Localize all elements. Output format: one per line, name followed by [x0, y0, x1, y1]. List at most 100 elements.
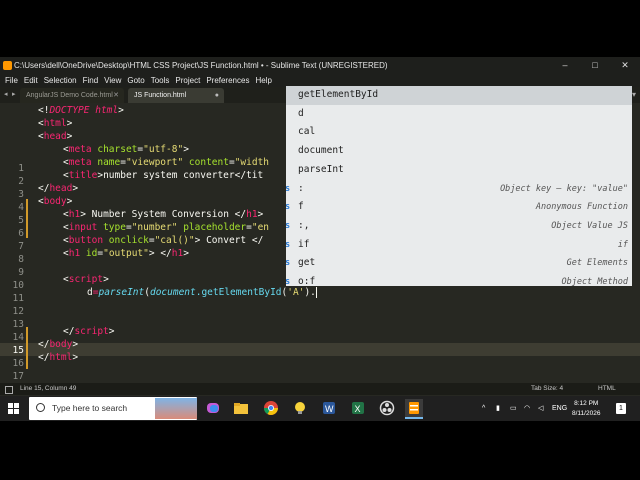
punct: <!	[38, 105, 50, 116]
tag-name: body	[49, 339, 73, 350]
string-literal: 'A'	[287, 287, 305, 298]
tag-name: body	[43, 196, 67, 207]
line-number: 4	[18, 202, 24, 213]
line-number: 14	[12, 332, 24, 343]
taskbar-search-box[interactable]: Type here to search	[29, 397, 197, 420]
menu-view[interactable]: View	[101, 74, 124, 87]
network-icon[interactable]: ▮	[496, 396, 500, 421]
menu-selection[interactable]: Selection	[41, 74, 80, 87]
doctype-value: html	[89, 105, 119, 116]
autocomplete-popup: getElementById d cal document parseInt s…	[286, 86, 632, 286]
completion-label: document	[298, 145, 344, 157]
completion-hint: Anonymous Function	[535, 202, 628, 213]
tab-js-function[interactable]: JS Function.html ●	[128, 88, 224, 103]
volume-icon[interactable]: ◁	[538, 396, 543, 421]
panel-toggle-icon[interactable]	[5, 386, 13, 394]
close-window-button[interactable]: ✕	[610, 57, 640, 74]
maximize-button[interactable]: □	[580, 57, 610, 74]
line-number: 11	[12, 293, 24, 304]
tag-name: title	[68, 170, 98, 181]
windows-taskbar: Type here to search W X ^ ▮ ▭ ◠ ◁ ENG 8:…	[0, 396, 640, 421]
autocomplete-item[interactable]: getElementById	[286, 86, 632, 105]
attr-value: "en	[251, 222, 270, 233]
sublime-text-taskbar-icon[interactable]	[405, 399, 423, 419]
line-number: 1	[18, 163, 24, 174]
autocomplete-item[interactable]: s get Get Elements	[286, 254, 632, 273]
tab-scroll-left-icon[interactable]: ◂	[4, 87, 8, 103]
minimize-button[interactable]: –	[550, 57, 580, 74]
language-indicator[interactable]: ENG	[552, 396, 567, 421]
menu-help[interactable]: Help	[252, 74, 274, 87]
syntax-setting[interactable]: HTML	[598, 383, 616, 395]
clock-date: 8/11/2026	[572, 410, 601, 417]
line-number: 12	[12, 306, 24, 317]
function-name: parseInt	[98, 287, 145, 298]
modified-lines-marker	[26, 327, 28, 369]
code-line-19: </body>	[38, 339, 79, 350]
tab-close-icon[interactable]: ✕	[113, 88, 119, 103]
tab-size-setting[interactable]: Tab Size: 4	[531, 383, 563, 395]
tag-name: html	[43, 118, 67, 129]
completion-label: :	[298, 182, 304, 194]
menu-project[interactable]: Project	[172, 74, 203, 87]
tag-name: h1	[246, 209, 258, 220]
menu-find[interactable]: Find	[80, 74, 102, 87]
menu-tools[interactable]: Tools	[148, 74, 173, 87]
chrome-icon[interactable]	[262, 399, 280, 417]
autocomplete-item[interactable]: d	[286, 105, 632, 124]
file-explorer-icon[interactable]	[232, 399, 250, 417]
battery-icon[interactable]: ▭	[510, 396, 517, 421]
autocomplete-item[interactable]: s: Object key — key: "value"	[286, 180, 632, 199]
search-icon	[36, 403, 45, 412]
windows-start-icon[interactable]	[8, 403, 19, 414]
menu-edit[interactable]: Edit	[21, 74, 41, 87]
autocomplete-item[interactable]: s if if	[286, 236, 632, 255]
code-line-1: <!DOCTYPE html>	[38, 105, 124, 116]
method-name: .getElementById	[195, 287, 282, 298]
completion-label: f	[298, 201, 304, 213]
tab-dirty-indicator-icon[interactable]: ●	[215, 88, 219, 103]
window-titlebar: C:\Users\dell\OneDrive\Desktop\HTML CSS …	[0, 57, 640, 74]
system-clock[interactable]: 8:12 PM 8/11/2026	[572, 399, 600, 419]
tab-label: JS Function.html	[134, 92, 187, 99]
completion-label: o:f	[298, 276, 316, 286]
clock-time: 8:12 PM	[574, 400, 599, 407]
attr-value: "number"	[131, 222, 178, 233]
menu-preferences[interactable]: Preferences	[203, 74, 252, 87]
menu-goto[interactable]: Goto	[124, 74, 147, 87]
autocomplete-item[interactable]: document	[286, 142, 632, 161]
autocomplete-item[interactable]: s o:f Object Method	[286, 273, 632, 286]
autocomplete-item[interactable]: s f Anonymous Function	[286, 198, 632, 217]
autocomplete-item[interactable]: cal	[286, 123, 632, 142]
status-bar: Line 15, Column 49 Tab Size: 4 HTML	[0, 383, 640, 395]
wifi-icon[interactable]: ◠	[524, 396, 530, 421]
text-content: Convert	[200, 235, 252, 246]
tips-lightbulb-icon[interactable]	[291, 399, 309, 417]
code-line-2: <html>	[38, 118, 73, 129]
tab-angularjs-demo[interactable]: AngularJS Demo Code.html ✕	[20, 88, 124, 103]
tag-name: h1	[68, 248, 81, 259]
tab-scroll-right-icon[interactable]: ▸	[12, 87, 16, 103]
obs-icon[interactable]	[378, 399, 396, 417]
line-number: 8	[18, 254, 24, 265]
code-line-15: d=parseInt(document.getElementById('A').	[87, 287, 317, 298]
code-line-9: <h1> Number System Conversion </h1>	[63, 209, 264, 220]
autocomplete-item[interactable]: s:, Object Value JS	[286, 217, 632, 236]
code-line-8: <body>	[38, 196, 73, 207]
completion-label: :,	[298, 219, 310, 231]
excel-icon[interactable]: X	[349, 399, 367, 417]
autocomplete-item[interactable]: parseInt	[286, 161, 632, 180]
menu-file[interactable]: File	[2, 74, 21, 87]
word-icon[interactable]: W	[320, 399, 338, 417]
tab-list-dropdown-icon[interactable]: ▾	[632, 87, 636, 103]
attr-value: "utf-8"	[143, 144, 184, 155]
notification-badge[interactable]: 1	[616, 403, 626, 414]
code-line-17: </script>	[63, 326, 115, 337]
line-number: 7	[18, 241, 24, 252]
tag-name: meta	[68, 144, 92, 155]
completion-hint: if	[617, 239, 628, 250]
tray-overflow-icon[interactable]: ^	[482, 396, 485, 421]
copilot-icon[interactable]	[204, 399, 222, 417]
snippet-kind-icon: s	[286, 239, 291, 250]
line-number: 6	[18, 228, 24, 239]
